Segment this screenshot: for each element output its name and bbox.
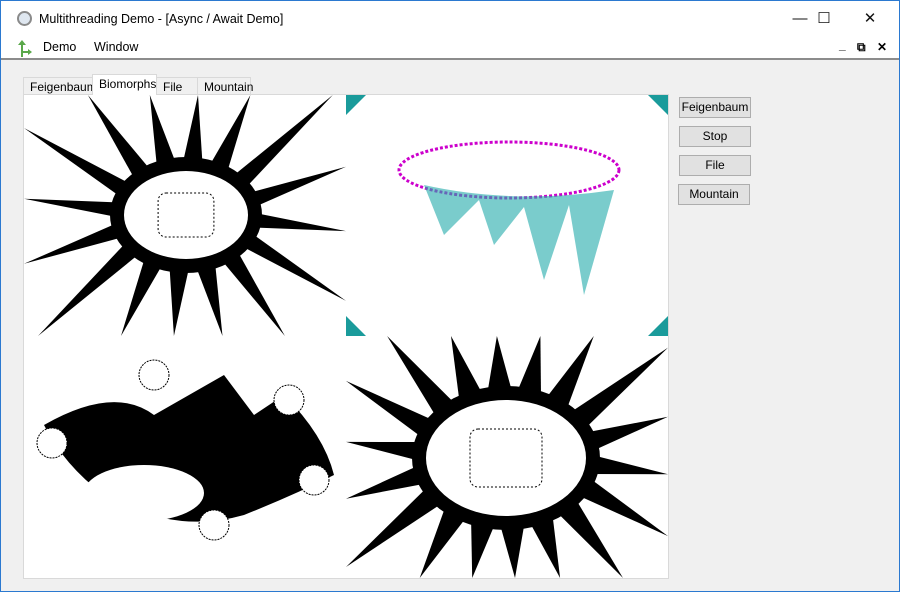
window-title: Multithreading Demo - [Async / Await Dem… <box>39 12 284 26</box>
mdi-minimize-button[interactable]: _ <box>839 38 846 52</box>
core <box>124 171 248 259</box>
menu-bar: Demo Window _ ⧉ ✕ <box>1 36 899 60</box>
biomorph-images <box>24 95 668 578</box>
biomorphs-canvas <box>23 94 669 579</box>
biomorph-bottom-left-core <box>84 465 204 521</box>
menu-window[interactable]: Window <box>94 40 138 54</box>
app-window: Multithreading Demo - [Async / Await Dem… <box>0 0 900 592</box>
mdi-restore-button[interactable]: ⧉ <box>857 40 866 55</box>
satellite-bulb <box>198 509 230 541</box>
menu-demo[interactable]: Demo <box>43 40 76 54</box>
mdi-child-icon <box>18 40 32 57</box>
biomorph-bottom-right <box>346 336 668 578</box>
stop-button[interactable]: Stop <box>679 126 751 147</box>
maximize-button[interactable]: ☐ <box>801 1 847 36</box>
tab-file[interactable]: File <box>156 77 198 95</box>
mdi-close-button[interactable]: ✕ <box>877 40 887 54</box>
tab-biomorphs[interactable]: Biomorphs <box>92 74 157 95</box>
biomorph-top-left <box>24 95 346 336</box>
satellite-bulb <box>138 359 170 391</box>
core <box>426 400 586 516</box>
mountain-button[interactable]: Mountain <box>678 184 750 205</box>
feigenbaum-button[interactable]: Feigenbaum <box>679 97 751 118</box>
close-button[interactable]: ✕ <box>847 1 893 36</box>
app-clock-icon <box>17 11 32 26</box>
satellite-bulb <box>273 384 305 416</box>
satellite-bulb <box>298 464 330 496</box>
satellite-bulb <box>36 427 68 459</box>
file-button[interactable]: File <box>679 155 751 176</box>
title-bar: Multithreading Demo - [Async / Await Dem… <box>1 1 899 36</box>
tab-feigenbaum[interactable]: Feigenbaum <box>23 77 97 95</box>
tab-mountain[interactable]: Mountain <box>197 77 253 95</box>
